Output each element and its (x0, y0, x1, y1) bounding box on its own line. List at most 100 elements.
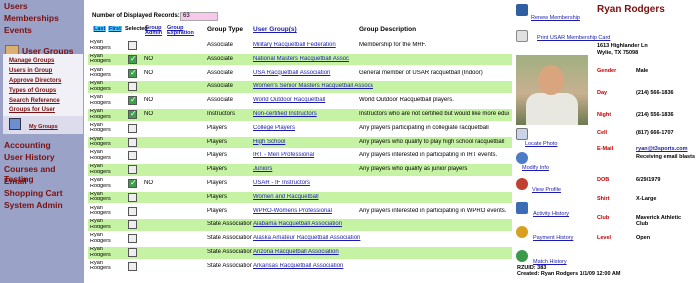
table-row: RyanRodgers NO Associate World Outdoor R… (88, 95, 512, 107)
view-profile-link[interactable]: View Profile (532, 187, 561, 193)
modify-info-link[interactable]: Modify Info (522, 165, 549, 171)
user-name: Ryan Rodgers (90, 150, 111, 161)
select-checkbox[interactable] (128, 68, 137, 78)
renew-membership-link[interactable]: Renew Membership (531, 15, 580, 21)
print-card-link[interactable]: Print USAR Membership Card (537, 35, 610, 41)
table-row: Ryan Rodgers Players Women and Racquetbal… (88, 191, 512, 204)
my-groups-button[interactable]: My Groups (3, 116, 83, 134)
select-checkbox[interactable] (128, 95, 137, 106)
nav-email[interactable]: Email (4, 176, 27, 186)
group-link[interactable]: Military Racquetball Federation (253, 42, 373, 48)
select-checkbox[interactable] (128, 137, 137, 147)
nav-memberships[interactable]: Memberships (4, 13, 59, 23)
select-checkbox[interactable] (128, 82, 137, 92)
address-line-1: 1613 Highlander Ln (597, 43, 648, 49)
profile-name: Ryan Rodgers (597, 4, 665, 15)
group-description: Any players participating in collegiate … (359, 124, 489, 131)
user-name: Ryan Rodgers (90, 95, 111, 106)
select-checkbox[interactable] (128, 234, 137, 244)
group-link[interactable]: High School (253, 139, 373, 145)
header-first[interactable]: First (108, 26, 122, 32)
select-checkbox[interactable] (128, 41, 137, 50)
group-type: Players (207, 193, 228, 200)
select-checkbox[interactable] (128, 261, 137, 271)
field-value: (817) 666-1707 (636, 130, 674, 136)
select-checkbox[interactable] (128, 206, 137, 216)
group-type: Instructors (207, 111, 236, 117)
submenu-types-of-groups[interactable]: Types of Groups (9, 88, 56, 94)
group-link[interactable]: World Outdoor Racquetball (253, 97, 373, 103)
submenu-approve-directors[interactable]: Approve Directors (9, 78, 61, 84)
field-value: 6/29/1979 (636, 177, 661, 183)
nav-user-history[interactable]: User History (4, 152, 55, 162)
group-link[interactable]: Juniors (253, 166, 373, 172)
submenu-groups-for-user[interactable]: Groups for User (9, 107, 55, 113)
group-link[interactable]: Women's Senior Masters Racquetball Assoc… (253, 83, 373, 89)
header-last[interactable]: Last (93, 26, 107, 32)
group-link[interactable]: Alabama Racquetball Association (253, 221, 373, 227)
group-link[interactable]: College Players (253, 125, 373, 131)
locate-photo-link[interactable]: Locate Photo (525, 141, 557, 147)
table-row: Ryan Rodgers State Association Alabama Ra… (88, 219, 512, 231)
group-link[interactable]: Arkansas Racquetball Association (253, 263, 373, 269)
group-description: Any players who qualify to play high sch… (359, 138, 505, 145)
group-admin: NO (144, 97, 153, 104)
profile-icon (516, 178, 528, 190)
select-checkbox[interactable] (128, 151, 137, 161)
group-admin: NO (144, 69, 153, 76)
match-icon (516, 250, 528, 262)
submenu-search-reference[interactable]: Search Reference (9, 98, 60, 104)
group-link[interactable]: National Masters Racquetball Assoc (253, 56, 373, 62)
group-link[interactable]: IRT - Men Professional (253, 152, 373, 158)
group-type: Associate (207, 55, 234, 62)
header-group-admin[interactable]: Group Admin (145, 25, 163, 36)
group-type: Players (207, 152, 228, 159)
table-row: Ryan Rodgers Associate Military Racquetba… (88, 40, 512, 52)
select-checkbox[interactable] (128, 109, 137, 119)
nav-accounting[interactable]: Accounting (4, 140, 51, 150)
payment-history-link[interactable]: Payment History (533, 235, 573, 241)
group-type: Associate (207, 69, 234, 76)
nav-events[interactable]: Events (4, 25, 32, 35)
user-name: Ryan Rodgers (90, 53, 111, 65)
table-row: Ryan Rodgers Players College Players Any … (88, 123, 512, 135)
field-value: Receiving email blasts (636, 154, 695, 160)
select-checkbox[interactable] (128, 123, 137, 133)
select-checkbox[interactable] (128, 54, 137, 64)
field-label: E-Mail (597, 146, 614, 152)
table-row: RyanRodgers NO Instructors Non-certified… (88, 109, 512, 121)
header-group-expiration[interactable]: Group Expiration (167, 25, 194, 36)
select-checkbox[interactable] (128, 192, 137, 202)
user-name: Ryan Rodgers (90, 136, 111, 148)
group-description: Membership for the MRF. (359, 42, 427, 48)
group-link[interactable]: Alaska Amateur Racquetball Association (253, 235, 373, 241)
group-link[interactable]: USAR - IF Instructors (253, 180, 373, 186)
nav-shopping-cart[interactable]: Shopping Cart (4, 188, 63, 198)
group-link[interactable]: Non-certified Instructors (253, 111, 373, 117)
group-link[interactable]: WPRO-Womens Professional (253, 208, 373, 214)
nav-users[interactable]: Users (4, 1, 28, 11)
user-name: Ryan Rodgers (90, 191, 111, 203)
user-name: Ryan Rodgers (90, 219, 111, 230)
group-link[interactable]: USA Racquetball Association (253, 70, 373, 76)
group-description: Any players interested in participating … (359, 207, 507, 214)
nav-system-admin[interactable]: System Admin (4, 200, 63, 210)
group-description: Any players interested in participating … (359, 152, 498, 159)
submenu-users-in-group[interactable]: Users in Group (9, 68, 52, 74)
group-link[interactable]: Women and Racquetball (253, 194, 373, 200)
submenu-manage-groups[interactable]: Manage Groups (9, 58, 54, 64)
group-type: State Association (207, 249, 252, 255)
select-checkbox[interactable] (128, 178, 137, 188)
group-link[interactable]: Arizona Racquetball Association (253, 249, 373, 255)
app-window: { "nav":{"users":"Users","memberships":"… (0, 0, 700, 283)
user-photo (516, 55, 588, 125)
records-count-field[interactable]: 63 (180, 12, 218, 21)
activity-history-link[interactable]: Activity History (533, 211, 569, 217)
header-user-groups[interactable]: User Group(s) (253, 26, 297, 33)
select-checkbox[interactable] (128, 248, 137, 257)
field-value[interactable]: ryan@t3sports.com (636, 146, 688, 152)
select-checkbox[interactable] (128, 165, 137, 175)
field-value: (214) 566-1836 (636, 90, 674, 96)
select-checkbox[interactable] (128, 220, 137, 230)
field-value: (214) 556-1836 (636, 112, 674, 118)
